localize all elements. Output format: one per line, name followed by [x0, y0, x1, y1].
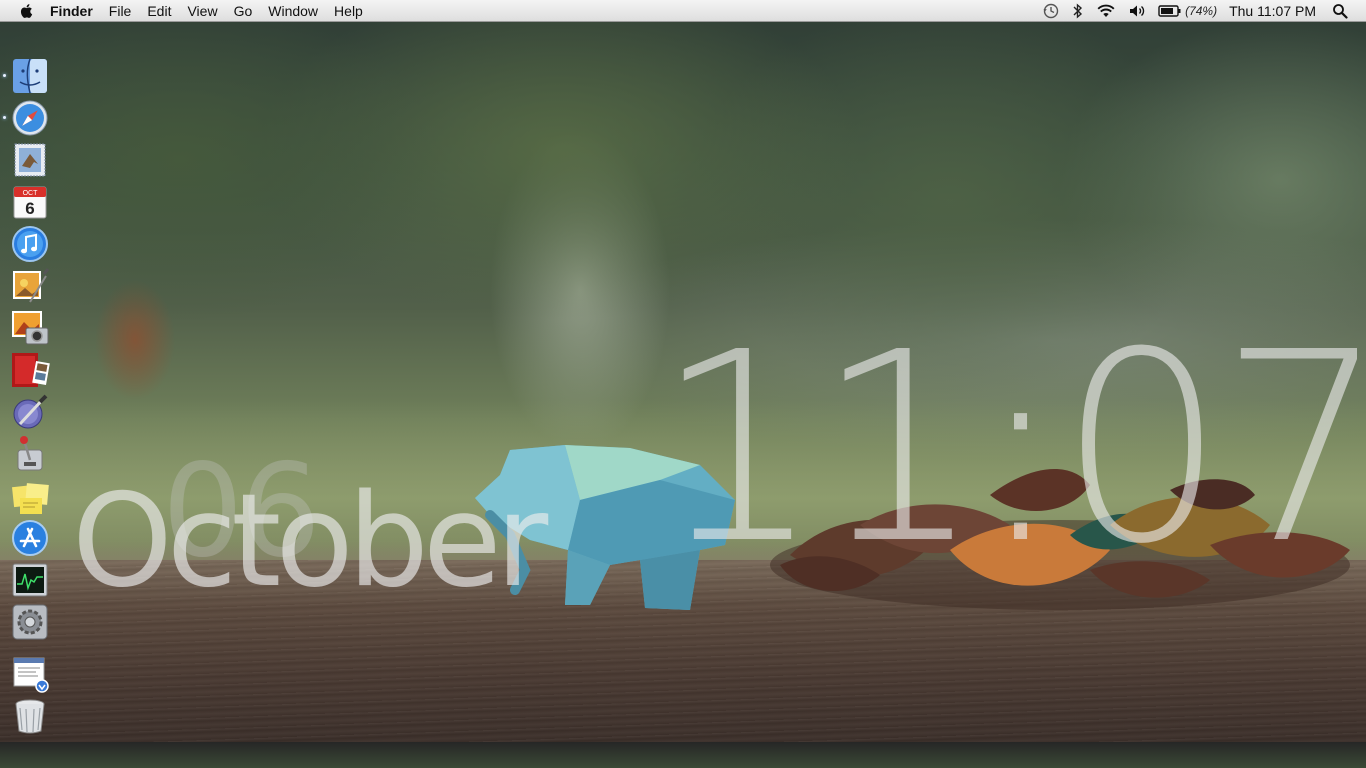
running-indicator	[3, 116, 6, 119]
dock-item-photo-booth[interactable]	[10, 350, 50, 390]
dock-item-itunes[interactable]	[10, 224, 50, 264]
battery-percentage: (74%)	[1185, 3, 1218, 18]
dock-item-trash[interactable]	[10, 696, 50, 736]
menu-clock[interactable]: Thu 11:07 PM	[1223, 0, 1326, 22]
wifi-icon	[1097, 4, 1115, 17]
battery-menu[interactable]: (74%)	[1152, 0, 1223, 22]
dock-item-instruments[interactable]	[10, 434, 50, 474]
menu-app-finder[interactable]: Finder	[46, 0, 101, 22]
calendar-icon: OCT 6	[13, 186, 47, 219]
status-menus: (74%) Thu 11:07 PM	[1036, 0, 1366, 22]
itunes-icon	[12, 226, 48, 262]
bluetooth-menu[interactable]	[1066, 0, 1090, 22]
finder-icon	[13, 58, 47, 94]
apple-menu-icon[interactable]	[18, 2, 36, 20]
dock-item-system-preferences[interactable]	[10, 602, 50, 642]
dock-item-safari[interactable]	[3, 98, 50, 138]
activity-monitor-icon	[12, 563, 48, 597]
battery-icon	[1158, 4, 1181, 17]
safari-icon	[12, 100, 48, 136]
menu-window[interactable]: Window	[260, 0, 326, 22]
system-preferences-icon	[12, 604, 48, 640]
running-indicator	[3, 74, 6, 77]
stickies-icon	[12, 483, 49, 514]
image-capture-icon	[12, 311, 49, 345]
menu-view[interactable]: View	[179, 0, 225, 22]
downloads-stack-icon	[13, 657, 49, 693]
volume-menu[interactable]	[1122, 0, 1152, 22]
mail-icon	[14, 143, 46, 177]
menu-go[interactable]: Go	[226, 0, 261, 22]
calendar-date-label: 6	[25, 199, 34, 218]
trash-icon	[15, 699, 45, 734]
dock-item-ical[interactable]: OCT 6	[10, 182, 50, 222]
photo-booth-icon	[12, 353, 50, 387]
wallpaper-bottom-strip	[0, 742, 1366, 768]
time-machine-icon	[1043, 3, 1059, 18]
app-store-icon	[12, 520, 48, 556]
menu-edit[interactable]: Edit	[139, 0, 179, 22]
dock-item-activity-monitor[interactable]	[10, 560, 50, 600]
instruments-icon	[17, 436, 43, 471]
dock-item-image-capture[interactable]	[10, 308, 50, 348]
dock-item-xcode[interactable]	[10, 392, 50, 432]
menu-file[interactable]: File	[101, 0, 140, 22]
dock-item-iphoto[interactable]	[10, 266, 50, 306]
menu-bar: Finder File Edit View Go Window Help (74…	[0, 0, 1366, 22]
dock-item-app-store[interactable]	[10, 518, 50, 558]
spotlight-search-icon	[1333, 3, 1348, 19]
dock-item-downloads-stack[interactable]	[10, 654, 50, 694]
dock: OCT 6	[0, 50, 56, 750]
menu-help[interactable]: Help	[326, 0, 371, 22]
dock-item-mail[interactable]	[10, 140, 50, 180]
xcode-icon	[13, 394, 48, 429]
time-machine-menu[interactable]	[1036, 0, 1066, 22]
bluetooth-icon	[1073, 2, 1083, 19]
spotlight-menu[interactable]	[1326, 0, 1366, 22]
desktop-month-label: October	[72, 467, 548, 616]
wifi-menu[interactable]	[1090, 0, 1122, 22]
volume-icon	[1130, 5, 1145, 16]
calendar-month-label: OCT	[23, 190, 39, 197]
dock-item-finder[interactable]	[3, 56, 50, 96]
desktop-time-label: 11:07	[655, 296, 1366, 601]
iphoto-icon	[13, 268, 50, 303]
dock-item-stickies[interactable]	[10, 476, 50, 516]
